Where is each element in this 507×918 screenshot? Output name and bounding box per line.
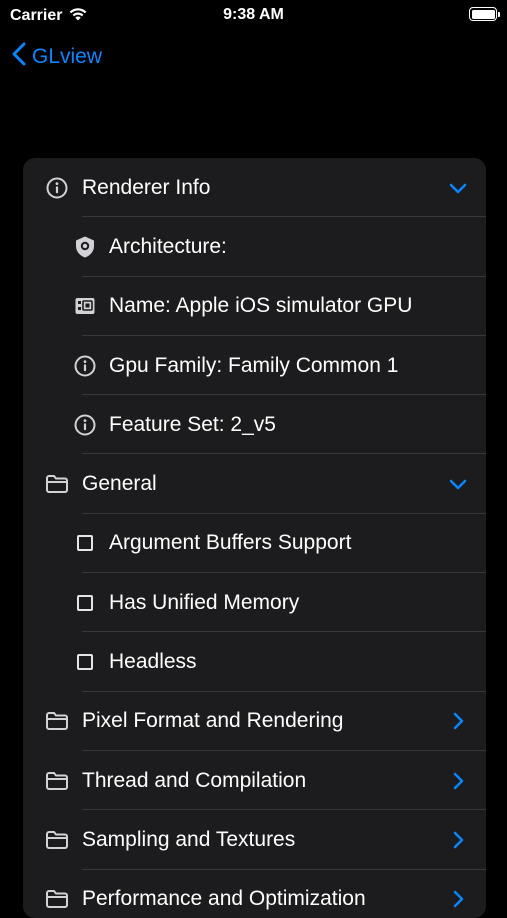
- checkbox-icon[interactable]: [73, 531, 97, 555]
- chevron-down-icon[interactable]: [448, 178, 468, 198]
- section-row-sampling-and-textures[interactable]: Sampling and Textures: [23, 810, 486, 870]
- checkbox-icon[interactable]: [73, 591, 97, 615]
- settings-list: Renderer Info Architecture: Name: Apple iO…: [23, 158, 486, 918]
- shield-icon: [73, 235, 97, 259]
- folder-icon: [45, 472, 69, 496]
- row-label: Argument Buffers Support: [109, 531, 352, 555]
- info-row-feature-set-2-v5: Feature Set: 2_v5: [23, 395, 486, 455]
- row-label: Performance and Optimization: [82, 887, 366, 911]
- info-icon: [73, 354, 97, 378]
- chip-icon: [73, 294, 97, 318]
- section-row-general[interactable]: General: [23, 454, 486, 514]
- folder-icon: [45, 709, 69, 733]
- row-label: Has Unified Memory: [109, 590, 300, 614]
- info-icon: [45, 176, 69, 200]
- row-label: Renderer Info: [82, 175, 211, 199]
- row-label: Thread and Compilation: [82, 768, 307, 792]
- row-label: Gpu Family: Family Common 1: [109, 353, 399, 377]
- section-row-renderer-info[interactable]: Renderer Info: [23, 158, 486, 218]
- section-row-pixel-format-and-rendering[interactable]: Pixel Format and Rendering: [23, 692, 486, 751]
- info-row-has-unified-memory[interactable]: Has Unified Memory: [23, 573, 486, 633]
- battery-icon: [469, 7, 500, 21]
- info-row-argument-buffers-support[interactable]: Argument Buffers Support: [23, 514, 486, 574]
- info-row-architecture: Architecture:: [23, 217, 486, 277]
- info-icon: [73, 413, 97, 437]
- row-label: Sampling and Textures: [82, 827, 296, 851]
- row-label: Architecture:: [109, 234, 227, 258]
- folder-icon: [45, 828, 69, 852]
- chevron-down-icon[interactable]: [448, 474, 468, 494]
- chevron-right-icon[interactable]: [448, 711, 468, 731]
- chevron-right-icon[interactable]: [448, 889, 468, 909]
- checkbox-icon[interactable]: [73, 650, 97, 674]
- clock: 9:38 AM: [223, 6, 284, 23]
- section-row-performance-and-optimization[interactable]: Performance and Optimization: [23, 870, 486, 918]
- info-row-headless[interactable]: Headless: [23, 632, 486, 692]
- info-row-name-apple-ios-simulator-gpu: Name: Apple iOS simulator GPU: [23, 277, 486, 336]
- chevron-left-icon: [12, 42, 26, 72]
- status-bar: Carrier 9:38 AM: [0, 0, 507, 32]
- folder-icon: [45, 887, 69, 911]
- row-label: Pixel Format and Rendering: [82, 709, 344, 733]
- row-label: General: [82, 472, 157, 496]
- back-label: GLview: [32, 45, 103, 68]
- info-row-gpu-family-family-common-1: Gpu Family: Family Common 1: [23, 336, 486, 396]
- row-label: Headless: [109, 650, 197, 674]
- folder-icon: [45, 769, 69, 793]
- row-label: Feature Set: 2_v5: [109, 412, 276, 436]
- back-button[interactable]: GLview: [12, 42, 102, 72]
- section-row-thread-and-compilation[interactable]: Thread and Compilation: [23, 751, 486, 811]
- row-label: Name: Apple iOS simulator GPU: [109, 294, 413, 318]
- chevron-right-icon[interactable]: [448, 830, 468, 850]
- chevron-right-icon[interactable]: [448, 771, 468, 791]
